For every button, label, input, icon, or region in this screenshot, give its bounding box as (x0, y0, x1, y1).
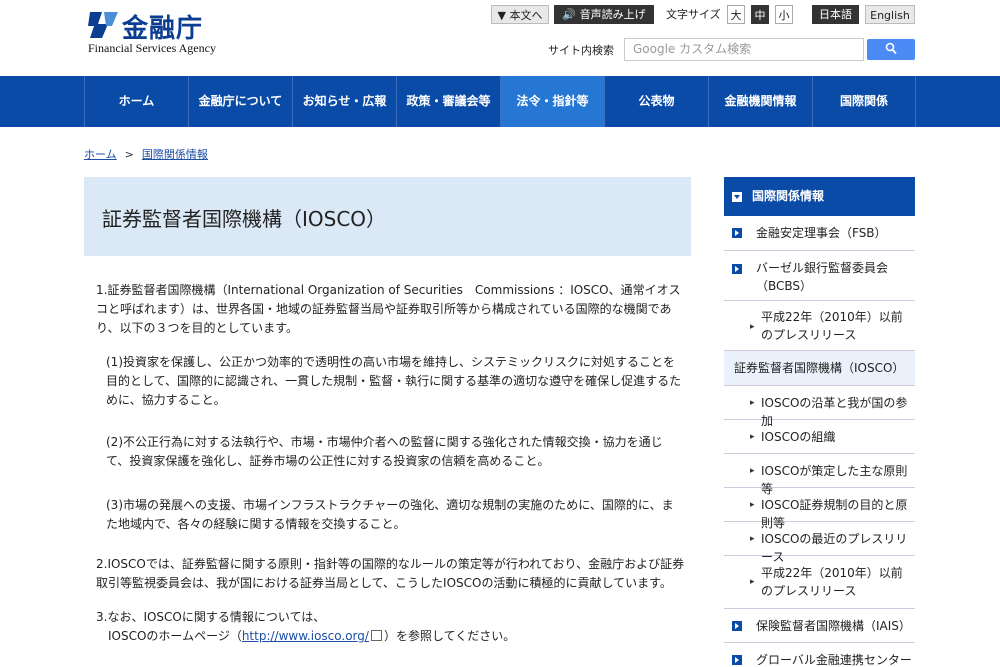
sidebar-item-fsb[interactable]: 金融安定理事会（FSB） (724, 216, 915, 251)
collapse-icon (732, 192, 742, 202)
objective-3: (3)市場の発展への支援、市場インフラストラクチャーの強化、適切な規制の実施のた… (106, 498, 674, 531)
nav-institutions[interactable]: 金融機関情報 (708, 76, 812, 127)
expand-icon (732, 621, 742, 631)
external-link-icon (370, 630, 382, 641)
arrow-right-icon: ▸ (750, 534, 755, 544)
sidebar-subitem-iosco-principles[interactable]: ▸ IOSCOが策定した主な原則等 (724, 454, 915, 496)
sidebar-item-label: グローバル金融連携センター (756, 653, 912, 667)
sidebar-subitem-iosco-organization[interactable]: ▸ IOSCOの組織 (724, 420, 915, 454)
expand-icon (732, 264, 742, 274)
nav-publications[interactable]: 公表物 (604, 76, 708, 127)
objective-1: (1)投資家を保護し、公正かつ効率的で透明性の高い市場を維持し、システミックリス… (106, 355, 682, 407)
nav-laws[interactable]: 法令・指針等 (500, 76, 604, 127)
breadcrumb-separator: > (124, 148, 134, 161)
sidebar-header[interactable]: 国際関係情報 (724, 177, 915, 216)
fsa-logo[interactable]: 金融庁 Financial Services Agency (88, 8, 218, 55)
font-size-medium-button[interactable]: 中 (751, 5, 769, 24)
breadcrumb-current-link[interactable]: 国際関係情報 (142, 148, 208, 161)
sidebar-item-label: 金融安定理事会（FSB） (756, 226, 887, 240)
sidebar-item-label: バーゼル銀行監督委員会（BCBS） (756, 261, 889, 293)
font-size-label: 文字サイズ (666, 8, 721, 21)
sidebar-subitem-label: 平成22年（2010年）以前のプレスリリース (761, 566, 903, 598)
sidebar-subitem-iosco-objectives[interactable]: ▸ IOSCO証券規制の目的と原則等 (724, 488, 915, 530)
logo-japanese: 金融庁 (122, 14, 204, 44)
nav-home[interactable]: ホーム (84, 76, 188, 127)
font-size-small-button[interactable]: 小 (775, 5, 793, 24)
sidebar-item-iosco[interactable]: 証券監督者国際機構（IOSCO） (724, 351, 915, 386)
objective-2: (2)不公正行為に対する法執行や、市場・市場仲介者への監督に関する強化された情報… (106, 435, 663, 468)
sidebar-subitem-iosco-recent-press[interactable]: ▸ IOSCOの最近のプレスリリース (724, 522, 915, 564)
global-nav: ホーム 金融庁について お知らせ・広報 政策・審議会等 法令・指針等 公表物 金… (0, 76, 1000, 127)
sidebar-item-bcbs[interactable]: バーゼル銀行監督委員会（BCBS） (724, 251, 915, 301)
page-title-box: 証券監督者国際機構（IOSCO） (84, 177, 691, 256)
logo-english: Financial Services Agency (88, 41, 216, 55)
nav-policy[interactable]: 政策・審議会等 (396, 76, 500, 127)
sidebar-item-iais[interactable]: 保険監督者国際機構（IAIS） (724, 609, 915, 643)
expand-icon (732, 655, 742, 665)
arrow-right-icon: ▸ (750, 432, 755, 442)
paragraph-3: 3.なお、IOSCOに関する情報については、 IOSCOのホームページ（http… (96, 608, 686, 646)
sidebar-subitem-label: 平成22年（2010年）以前のプレスリリース (761, 310, 903, 342)
site-header: 金融庁 Financial Services Agency ▼ 本文へ 🔊 音声… (0, 0, 1000, 76)
paragraph-3-suffix: ）を参照してください。 (383, 629, 516, 643)
search-icon (885, 42, 897, 58)
sidebar-subitem-iosco-old-press[interactable]: ▸ 平成22年（2010年）以前のプレスリリース (724, 556, 915, 609)
speech-button[interactable]: 🔊 音声読み上げ (554, 5, 654, 24)
search-label: サイト内検索 (548, 44, 614, 57)
iosco-homepage-link[interactable]: http://www.iosco.org/ (242, 629, 369, 643)
breadcrumb-home-link[interactable]: ホーム (84, 148, 117, 161)
arrow-right-icon: ▸ (750, 466, 755, 476)
sidebar-item-label: 証券監督者国際機構（IOSCO） (734, 361, 905, 375)
nav-about[interactable]: 金融庁について (188, 76, 292, 127)
sidebar-subitem-label: IOSCOの組織 (761, 430, 836, 444)
paragraph-3-line-1: 3.なお、IOSCOに関する情報については、 (96, 610, 326, 624)
paragraph-3-prefix: IOSCOのホームページ（ (108, 629, 242, 643)
sidebar-item-label: 保険監督者国際機構（IAIS） (756, 619, 911, 633)
arrow-right-icon: ▸ (750, 398, 755, 408)
skip-to-content-button[interactable]: ▼ 本文へ (491, 5, 549, 24)
expand-icon (732, 228, 742, 238)
arrow-right-icon: ▸ (750, 322, 755, 332)
font-size-large-button[interactable]: 大 (727, 5, 745, 24)
speaker-icon: 🔊 (562, 8, 580, 21)
sidebar: 国際関係情報 金融安定理事会（FSB） バーゼル銀行監督委員会（BCBS） ▸ … (724, 177, 915, 667)
search-button[interactable] (867, 39, 915, 60)
sidebar-item-global-center[interactable]: グローバル金融連携センター (724, 643, 915, 667)
speech-label: 音声読み上げ (579, 8, 646, 21)
nav-international[interactable]: 国際関係 (812, 76, 916, 127)
fsa-emblem-icon (88, 12, 118, 38)
lang-japanese-button[interactable]: 日本語 (812, 5, 859, 24)
sidebar-subitem-iosco-history[interactable]: ▸ IOSCOの沿革と我が国の参加 (724, 386, 915, 428)
search-input[interactable]: Google カスタム検索 (624, 38, 864, 61)
page-title: 証券監督者国際機構（IOSCO） (102, 207, 387, 231)
nav-news[interactable]: お知らせ・広報 (292, 76, 396, 127)
sidebar-header-label: 国際関係情報 (752, 189, 825, 203)
paragraph-1: 1.証券監督者国際機構（International Organization o… (96, 283, 681, 335)
lang-english-button[interactable]: English (865, 5, 915, 24)
paragraph-2: 2.IOSCOでは、証券監督に関する原則・指針等の国際的なルールの策定等が行われ… (96, 557, 685, 590)
breadcrumb: ホーム > 国際関係情報 (84, 146, 208, 162)
arrow-right-icon: ▸ (750, 500, 755, 510)
arrow-right-icon: ▸ (750, 577, 755, 587)
main-content: 1.証券監督者国際機構（International Organization o… (84, 256, 691, 667)
sidebar-subitem-bcbs-press[interactable]: ▸ 平成22年（2010年）以前のプレスリリース (724, 301, 915, 351)
